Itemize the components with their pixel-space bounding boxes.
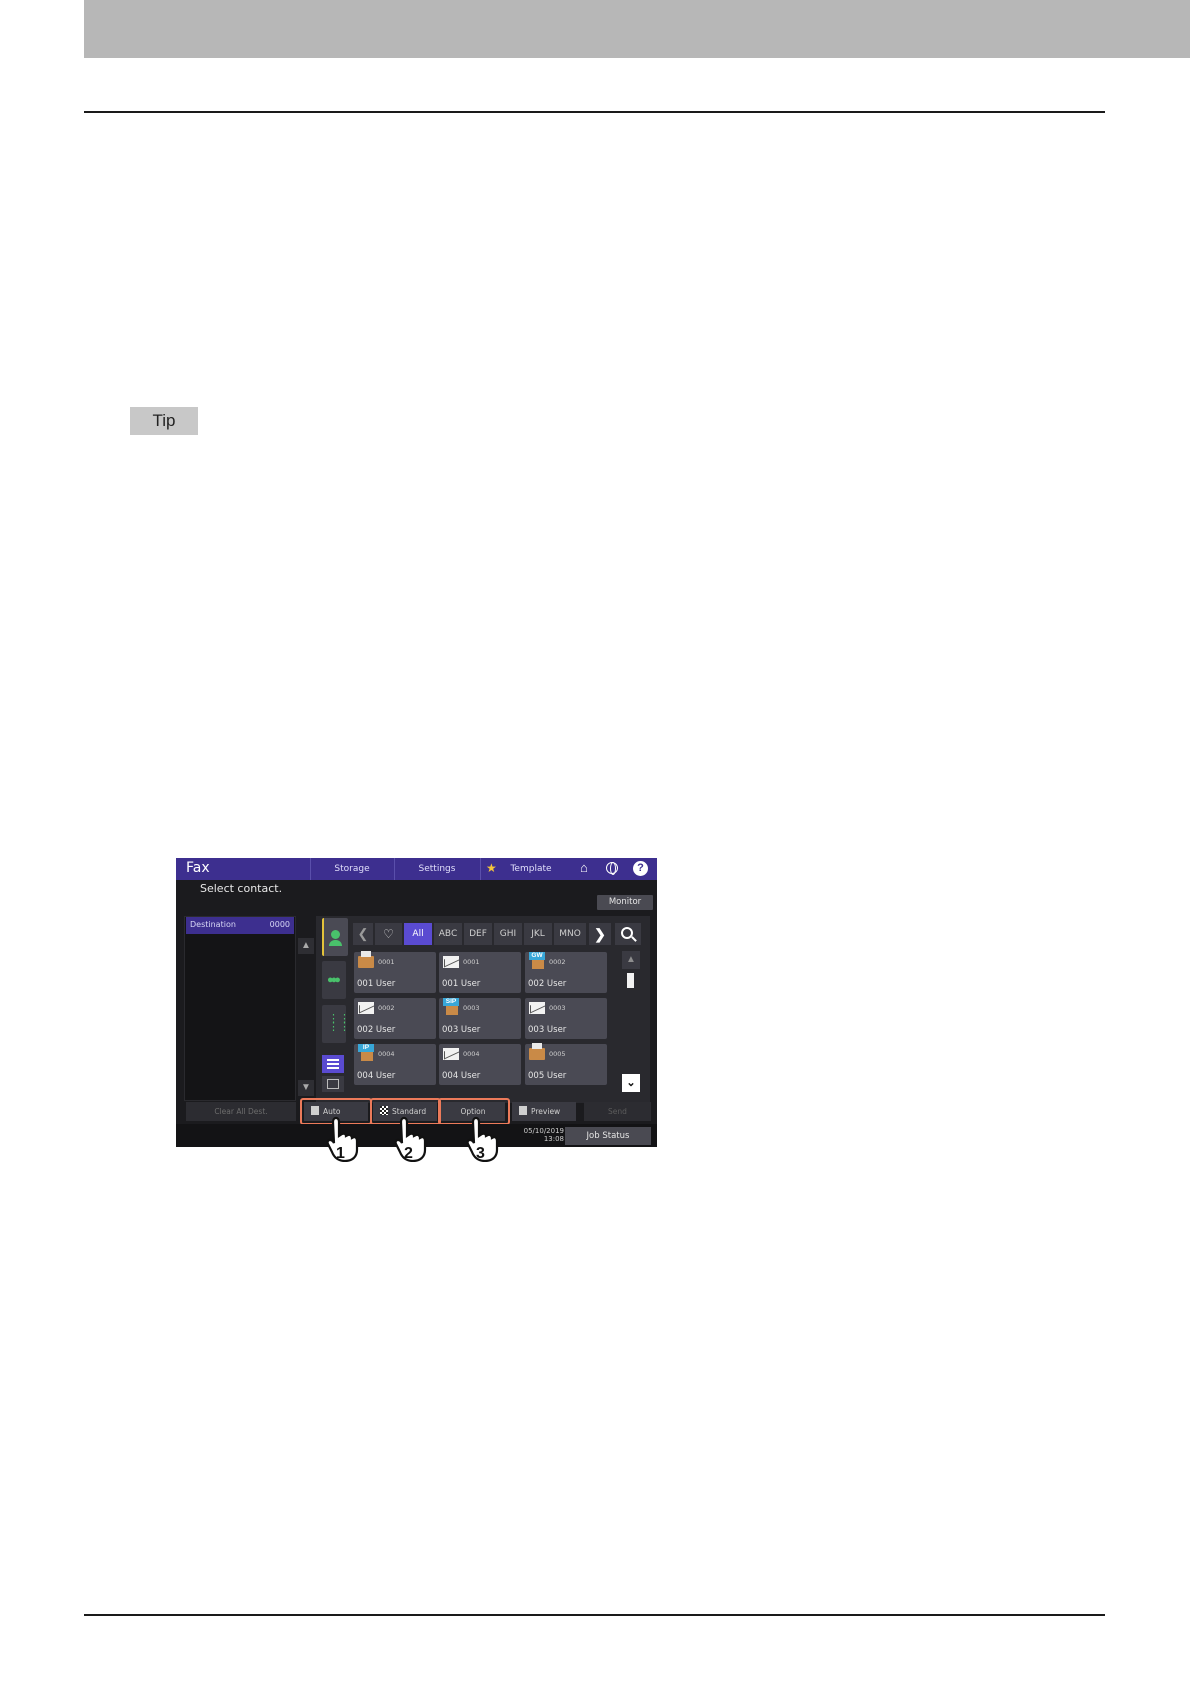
fax-icon [358,951,374,968]
destination-count: 0000 [269,920,290,929]
tip-label: Tip [130,407,198,435]
star-icon: ★ [486,861,497,875]
time-text: 13:08 [543,1135,564,1143]
contact-number: 0002 [378,1004,395,1012]
contact-name: 001 User [442,979,481,989]
ip-fax-icon: IP [358,1044,374,1052]
side-tab-individual[interactable] [322,918,348,956]
view-grid-button[interactable] [322,1055,344,1073]
preview-button[interactable]: Preview [512,1102,576,1121]
prompt-text: Select contact. [200,882,283,895]
destination-label: Destination [190,920,236,929]
fax-box-icon [361,1052,373,1061]
destination-list [184,916,296,1101]
footer-rule [84,1614,1105,1616]
list-view-icon [327,1079,339,1089]
tab-storage[interactable]: Storage [310,858,393,880]
contact-number: 0003 [463,1004,480,1012]
contact-name: 002 User [357,1025,396,1035]
contact-number: 0004 [378,1050,395,1058]
list-scrollbar-thumb[interactable] [627,973,634,988]
gw-fax-icon: GW [529,952,545,960]
index-next-icon[interactable]: ❯ [589,923,611,945]
email-icon [358,1002,374,1014]
contact-card[interactable]: 0004 004 User [439,1044,521,1085]
index-prev-icon[interactable]: ❮ [353,923,373,945]
sip-fax-icon: SIP [443,998,459,1006]
datetime: 05/10/2019 13:08 [510,1127,564,1143]
contact-card[interactable]: IP 0004 004 User [354,1044,436,1085]
view-list-button[interactable] [322,1076,344,1092]
contact-number: 0001 [378,958,395,966]
grid-view-icon [327,1059,339,1069]
globe-icon[interactable] [606,862,618,875]
keypad-icon: ⋮⋮ ⋮⋮ [328,1013,350,1033]
side-tab-group[interactable]: ●●● [322,961,346,999]
tab-settings[interactable]: Settings [394,858,479,880]
contact-number: 0001 [463,958,480,966]
contact-card[interactable]: SIP 0003 003 User [439,998,521,1039]
contact-name: 003 User [528,1025,567,1035]
list-scroll-up-icon[interactable]: ▲ [622,951,640,969]
contact-name: 004 User [357,1071,396,1081]
index-tab-ghi[interactable]: GHI [494,923,522,945]
search-button[interactable] [615,923,641,945]
contact-card[interactable]: 0002 002 User [354,998,436,1039]
contact-name: 001 User [357,979,396,989]
callout-number: 1 [336,1145,345,1162]
fax-box-icon [446,1006,458,1015]
send-button[interactable]: Send [584,1102,651,1121]
monitor-button[interactable]: Monitor [597,895,653,910]
email-icon [529,1002,545,1014]
callout-number: 3 [476,1145,485,1162]
side-tab-keypad[interactable]: ⋮⋮ ⋮⋮ [322,1005,350,1043]
list-scroll-down-icon[interactable]: ⌄ [622,1074,640,1092]
contact-name: 004 User [442,1071,481,1081]
contact-name: 005 User [528,1071,567,1081]
index-tab-all[interactable]: All [404,923,432,945]
fax-box-icon [532,960,544,969]
index-tab-jkl[interactable]: JKL [524,923,552,945]
contact-number: 0004 [463,1050,480,1058]
contact-name: 002 User [528,979,567,989]
index-tab-def[interactable]: DEF [464,923,492,945]
destination-header: Destination 0000 [186,917,294,934]
job-status-button[interactable]: Job Status [565,1127,651,1145]
group-icon: ●●● [327,974,341,986]
index-tab-mno[interactable]: MNO [554,923,586,945]
contact-card[interactable]: 0001 001 User [439,952,521,993]
preview-icon [519,1106,527,1115]
index-tab-abc[interactable]: ABC [434,923,462,945]
pointing-hand-icon-3: 3 [466,1116,499,1162]
pointing-hand-icon-1: 1 [326,1116,359,1162]
contact-name: 003 User [442,1025,481,1035]
preview-label: Preview [531,1107,561,1116]
pointing-hand-icon-2: 2 [394,1116,427,1162]
callout-number: 2 [404,1145,413,1162]
contact-card[interactable]: 0003 003 User [525,998,607,1039]
destination-scroll-up-icon[interactable]: ▲ [298,938,314,954]
help-icon[interactable]: ? [633,861,648,876]
search-icon [621,927,633,939]
page-header-bar [84,0,1190,58]
contact-number: 0002 [549,958,566,966]
contact-number: 0003 [549,1004,566,1012]
date-text: 05/10/2019 [523,1127,564,1135]
contact-number: 0005 [549,1050,566,1058]
contact-card[interactable]: GW 0002 002 User [525,952,607,993]
favorite-heart-icon[interactable]: ♡ [375,923,402,945]
email-icon [443,956,459,968]
header-rule [84,111,1105,113]
fax-panel: Fax Storage Settings Template ★ ⌂ ? Sele… [176,858,657,1147]
app-title: Fax [186,860,210,876]
destination-scroll-down-icon[interactable]: ▼ [298,1080,314,1096]
person-icon [329,930,342,946]
email-icon [443,1048,459,1060]
top-bar: Fax Storage Settings Template ★ ⌂ ? [176,858,657,880]
contact-card[interactable]: 0001 001 User [354,951,436,993]
contact-card[interactable]: 0005 005 User [525,1043,607,1085]
home-icon[interactable]: ⌂ [580,860,588,875]
fax-icon [529,1043,545,1060]
clear-all-dest-button[interactable]: Clear All Dest. [186,1102,296,1121]
